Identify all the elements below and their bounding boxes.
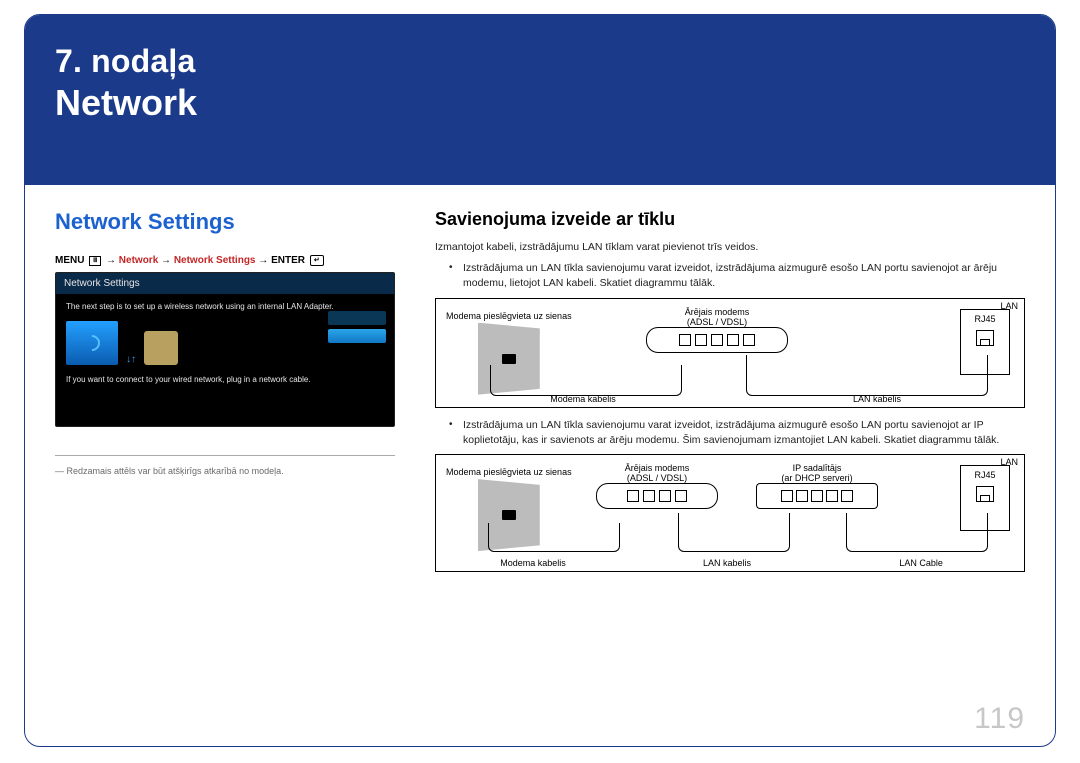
right-heading: Savienojuma izveide ar tīklu: [435, 209, 1025, 230]
bc-arrow2: →: [161, 255, 171, 266]
cable-icon: [746, 355, 988, 396]
page-number: 119: [974, 702, 1025, 736]
bullet1-text: Izstrādājuma un LAN tīkla savienojumu va…: [463, 261, 1025, 291]
d2-rj45-label: RJ45: [974, 470, 995, 480]
ss-router-icon: [144, 331, 178, 365]
ui-screenshot: Network Settings The next step is to set…: [55, 272, 395, 427]
enter-icon: ↵: [310, 255, 324, 266]
bc-enter: ENTER: [271, 255, 305, 266]
ip-sharer-icon: [756, 483, 878, 509]
chapter-title: Network: [55, 82, 1025, 124]
chapter-header: 7. nodaļa Network: [25, 15, 1055, 185]
menu-path: MENU Ⅲ → Network → Network Settings → EN…: [55, 255, 395, 266]
cable-icon: [488, 523, 620, 552]
ss-arrows-icon: ↓↑: [126, 354, 136, 365]
d1-rj45-label: RJ45: [974, 314, 995, 324]
bc-arrow1: →: [106, 255, 116, 266]
rj45-icon: [976, 330, 994, 346]
bc-network: Network: [119, 255, 158, 266]
bullet2-text: Izstrādājuma un LAN tīkla savienojumu va…: [463, 418, 1025, 448]
intro-text: Izmantojot kabeli, izstrādājumu LAN tīkl…: [435, 240, 1025, 255]
modem-icon: [646, 327, 788, 353]
modem-icon: [596, 483, 718, 509]
ss-title: Network Settings: [56, 273, 394, 294]
cable-icon: [678, 513, 790, 552]
d1-modemcable: Modema kabelis: [436, 394, 730, 404]
d1-modem-label: Ārējais modems (ADSL / VDSL): [685, 307, 750, 327]
ss-button-active: [328, 329, 386, 343]
d2-lancable2: LAN Cable: [824, 558, 1018, 568]
d2-lancable: LAN kabelis: [630, 558, 824, 568]
d1-wall-label: Modema pieslēgvieta uz sienas: [446, 311, 572, 321]
d1-lancable: LAN kabelis: [730, 394, 1024, 404]
cable-icon: [846, 513, 988, 552]
bc-netset: Network Settings: [174, 255, 256, 266]
disclaimer: ― Redzamais attēls var būt atšķirīgs atk…: [55, 455, 395, 476]
ss-tv-icon: [66, 321, 118, 365]
d2-modemcable: Modema kabelis: [436, 558, 630, 568]
bc-arrow3: →: [258, 255, 268, 266]
bullet-dot: •: [449, 418, 455, 448]
ss-line2: If you want to connect to your wired net…: [66, 375, 384, 386]
menu-icon: Ⅲ: [89, 256, 101, 266]
rj45-icon: [976, 486, 994, 502]
d2-modem-label: Ārējais modems (ADSL / VDSL): [625, 463, 690, 483]
diagram-2: LAN Modema pieslēgvieta uz sienas Ārējai…: [435, 454, 1025, 572]
diagram-1: LAN Modema pieslēgvieta uz sienas Ārējai…: [435, 298, 1025, 408]
d2-iphub-label: IP sadalītājs (ar DHCP serveri): [781, 463, 852, 483]
bc-menu: MENU: [55, 255, 84, 266]
bullet-dot: •: [449, 261, 455, 291]
chapter-number: 7. nodaļa: [55, 43, 1025, 80]
ss-button: [328, 311, 386, 325]
section-heading: Network Settings: [55, 209, 395, 235]
d2-wall-label: Modema pieslēgvieta uz sienas: [446, 467, 572, 477]
cable-icon: [490, 365, 682, 396]
